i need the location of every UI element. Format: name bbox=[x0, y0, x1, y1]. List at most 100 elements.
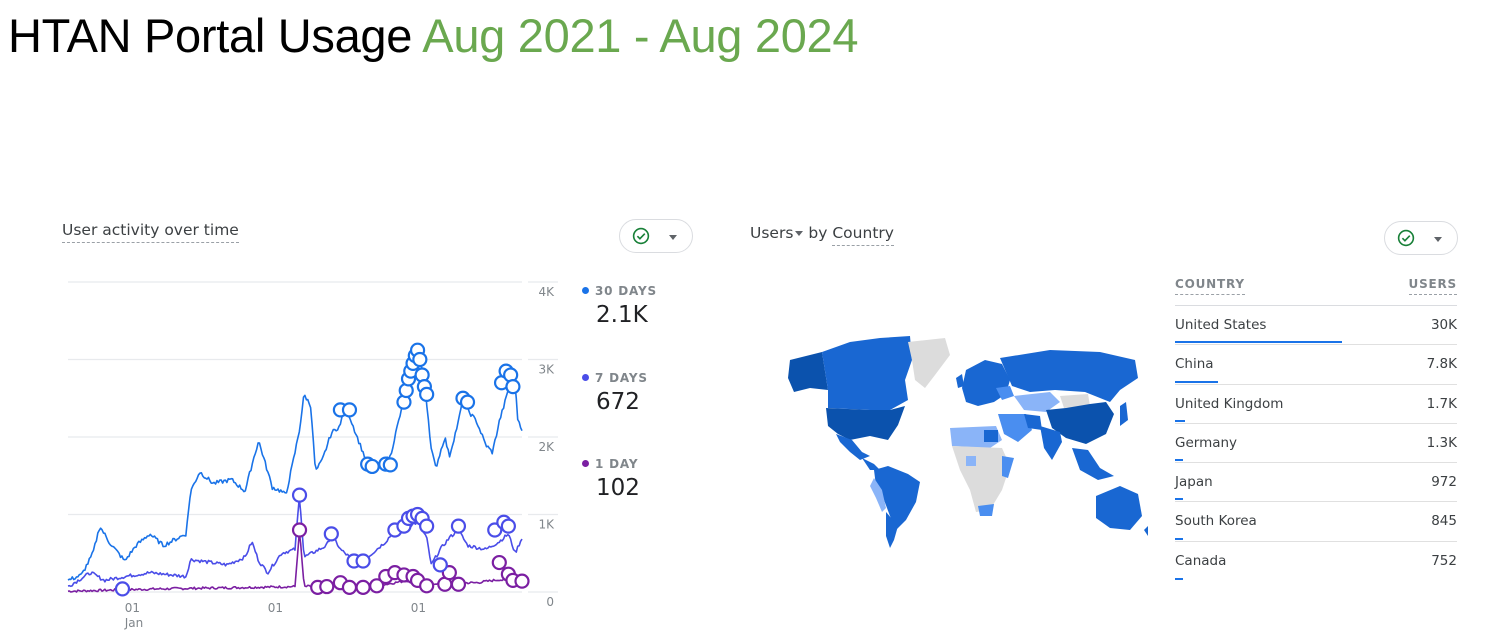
column-header-country[interactable]: COUNTRY bbox=[1175, 277, 1245, 295]
anomaly-marker[interactable] bbox=[412, 351, 428, 368]
country-table: COUNTRY USERS United States 30K China 7.8K U… bbox=[1175, 277, 1457, 581]
table-row[interactable]: Canada 752 bbox=[1175, 542, 1457, 581]
country-name: United Kingdom bbox=[1175, 395, 1284, 412]
user-count: 30K bbox=[1430, 317, 1457, 333]
anomaly-marker[interactable] bbox=[291, 487, 308, 503]
y-axis-ticks: 0 1K 2K 3K 4K bbox=[538, 285, 555, 609]
share-bar bbox=[1175, 459, 1183, 462]
world-map[interactable] bbox=[770, 330, 1150, 555]
anomaly-marker[interactable] bbox=[514, 573, 530, 589]
share-bar bbox=[1175, 537, 1183, 540]
table-row[interactable]: China 7.8K bbox=[1175, 345, 1457, 385]
map-region-central-africa[interactable] bbox=[952, 446, 1010, 512]
anomaly-marker[interactable] bbox=[459, 394, 476, 410]
anomaly-marker[interactable] bbox=[114, 581, 131, 597]
anomaly-marker[interactable] bbox=[432, 557, 448, 573]
map-region-greenland[interactable] bbox=[908, 338, 950, 388]
metric-selector[interactable]: Users bbox=[750, 224, 793, 242]
anomaly-marker[interactable] bbox=[500, 518, 516, 534]
anomaly-marker[interactable] bbox=[491, 554, 507, 571]
legend-value: 672 bbox=[596, 389, 640, 415]
anomaly-marker[interactable] bbox=[341, 579, 358, 595]
share-bar bbox=[1175, 341, 1342, 344]
country-name: United States bbox=[1175, 317, 1267, 333]
map-region-east-africa[interactable] bbox=[1002, 456, 1014, 478]
legend-label: 1 DAY bbox=[595, 457, 639, 471]
map-region-japan[interactable] bbox=[1120, 402, 1128, 426]
table-row[interactable]: United Kingdom 1.7K bbox=[1175, 385, 1457, 424]
table-row[interactable]: South Korea 845 bbox=[1175, 502, 1457, 542]
metric-caret-icon[interactable] bbox=[795, 231, 804, 236]
anomaly-marker[interactable] bbox=[419, 578, 435, 594]
user-activity-chart: 01K2K3K4K 01Jan01 01 bbox=[67, 281, 558, 630]
y-tick-label: 1K bbox=[538, 518, 555, 532]
map-region-se-asia[interactable] bbox=[1072, 448, 1114, 480]
anomaly-marker[interactable] bbox=[450, 576, 467, 592]
user-count: 1.3K bbox=[1426, 434, 1457, 451]
y-tick-label: 3K bbox=[538, 363, 555, 377]
anomaly-marker[interactable] bbox=[419, 386, 435, 402]
legend-dot-icon bbox=[582, 287, 589, 294]
country-name: Germany bbox=[1175, 434, 1238, 451]
user-count: 1.7K bbox=[1426, 395, 1457, 412]
legend-value: 102 bbox=[596, 475, 640, 501]
legend-value: 2.1K bbox=[596, 302, 648, 328]
map-region-australia[interactable] bbox=[1096, 486, 1142, 530]
map-region-egypt[interactable] bbox=[984, 430, 998, 442]
map-region-south-africa[interactable] bbox=[978, 504, 994, 516]
table-header: COUNTRY USERS bbox=[1175, 277, 1457, 306]
table-row[interactable]: United States 30K bbox=[1175, 306, 1457, 346]
page-title: HTAN Portal Usage Aug 2021 - Aug 2024 bbox=[8, 6, 859, 66]
title-connector: by bbox=[808, 224, 828, 242]
x-tick-sublabel: Jan bbox=[124, 616, 144, 630]
country-name: Canada bbox=[1175, 552, 1227, 569]
user-count: 752 bbox=[1431, 552, 1457, 569]
anomaly-marker[interactable] bbox=[450, 518, 467, 534]
share-bar bbox=[1175, 578, 1183, 581]
legend-dot-icon bbox=[582, 460, 589, 467]
title-date-range: Aug 2021 - Aug 2024 bbox=[422, 9, 859, 62]
x-tick-label: 01 bbox=[268, 601, 283, 615]
check-circle-icon bbox=[1397, 229, 1415, 247]
check-circle-icon bbox=[632, 227, 650, 245]
anomaly-marker[interactable] bbox=[355, 553, 371, 569]
column-header-users[interactable]: USERS bbox=[1408, 277, 1457, 295]
activity-card-title[interactable]: User activity over time bbox=[62, 221, 239, 243]
dimension-selector[interactable]: Country bbox=[832, 224, 894, 246]
map-region-alaska[interactable] bbox=[788, 352, 828, 392]
user-count: 972 bbox=[1431, 474, 1457, 491]
country-status-button[interactable] bbox=[1384, 221, 1458, 255]
anomaly-marker[interactable] bbox=[323, 526, 339, 542]
anomaly-marker[interactable] bbox=[505, 379, 521, 395]
x-axis-ticks: 01Jan01 01 bbox=[124, 601, 426, 630]
table-row[interactable]: Germany 1.3K bbox=[1175, 424, 1457, 464]
table-body: United States 30K China 7.8K United Kingdom 1… bbox=[1175, 306, 1457, 581]
country-name: Japan bbox=[1175, 474, 1213, 491]
country-name: China bbox=[1175, 356, 1214, 373]
map-region-kazakhstan[interactable] bbox=[1014, 392, 1060, 412]
share-bar bbox=[1175, 498, 1183, 501]
y-tick-label: 4K bbox=[538, 285, 555, 299]
caret-down-icon bbox=[1434, 237, 1442, 242]
anomaly-marker[interactable] bbox=[364, 458, 380, 475]
map-region-new-zealand[interactable] bbox=[1144, 526, 1148, 536]
map-region-nigeria[interactable] bbox=[966, 456, 976, 466]
anomaly-marker[interactable] bbox=[355, 579, 371, 595]
map-region-russia[interactable] bbox=[1000, 350, 1138, 402]
user-count: 845 bbox=[1431, 513, 1457, 530]
legend-30-days: 30 DAYS 2.1K bbox=[582, 284, 657, 328]
map-region-canada[interactable] bbox=[822, 336, 912, 410]
anomaly-marker[interactable] bbox=[419, 518, 435, 534]
anomaly-marker[interactable] bbox=[382, 457, 398, 473]
anomaly-marker[interactable] bbox=[319, 578, 335, 595]
anomaly-marker[interactable] bbox=[341, 402, 358, 418]
legend-label: 30 DAYS bbox=[595, 284, 657, 298]
share-bar bbox=[1175, 380, 1219, 383]
table-row[interactable]: Japan 972 bbox=[1175, 463, 1457, 503]
activity-status-button[interactable] bbox=[619, 219, 693, 253]
anomaly-marker[interactable] bbox=[291, 522, 308, 538]
x-tick-label: 01 bbox=[125, 601, 140, 615]
map-region-central-america[interactable] bbox=[862, 458, 880, 470]
map-region-uk[interactable] bbox=[956, 374, 964, 388]
legend-label: 7 DAYS bbox=[595, 371, 648, 385]
